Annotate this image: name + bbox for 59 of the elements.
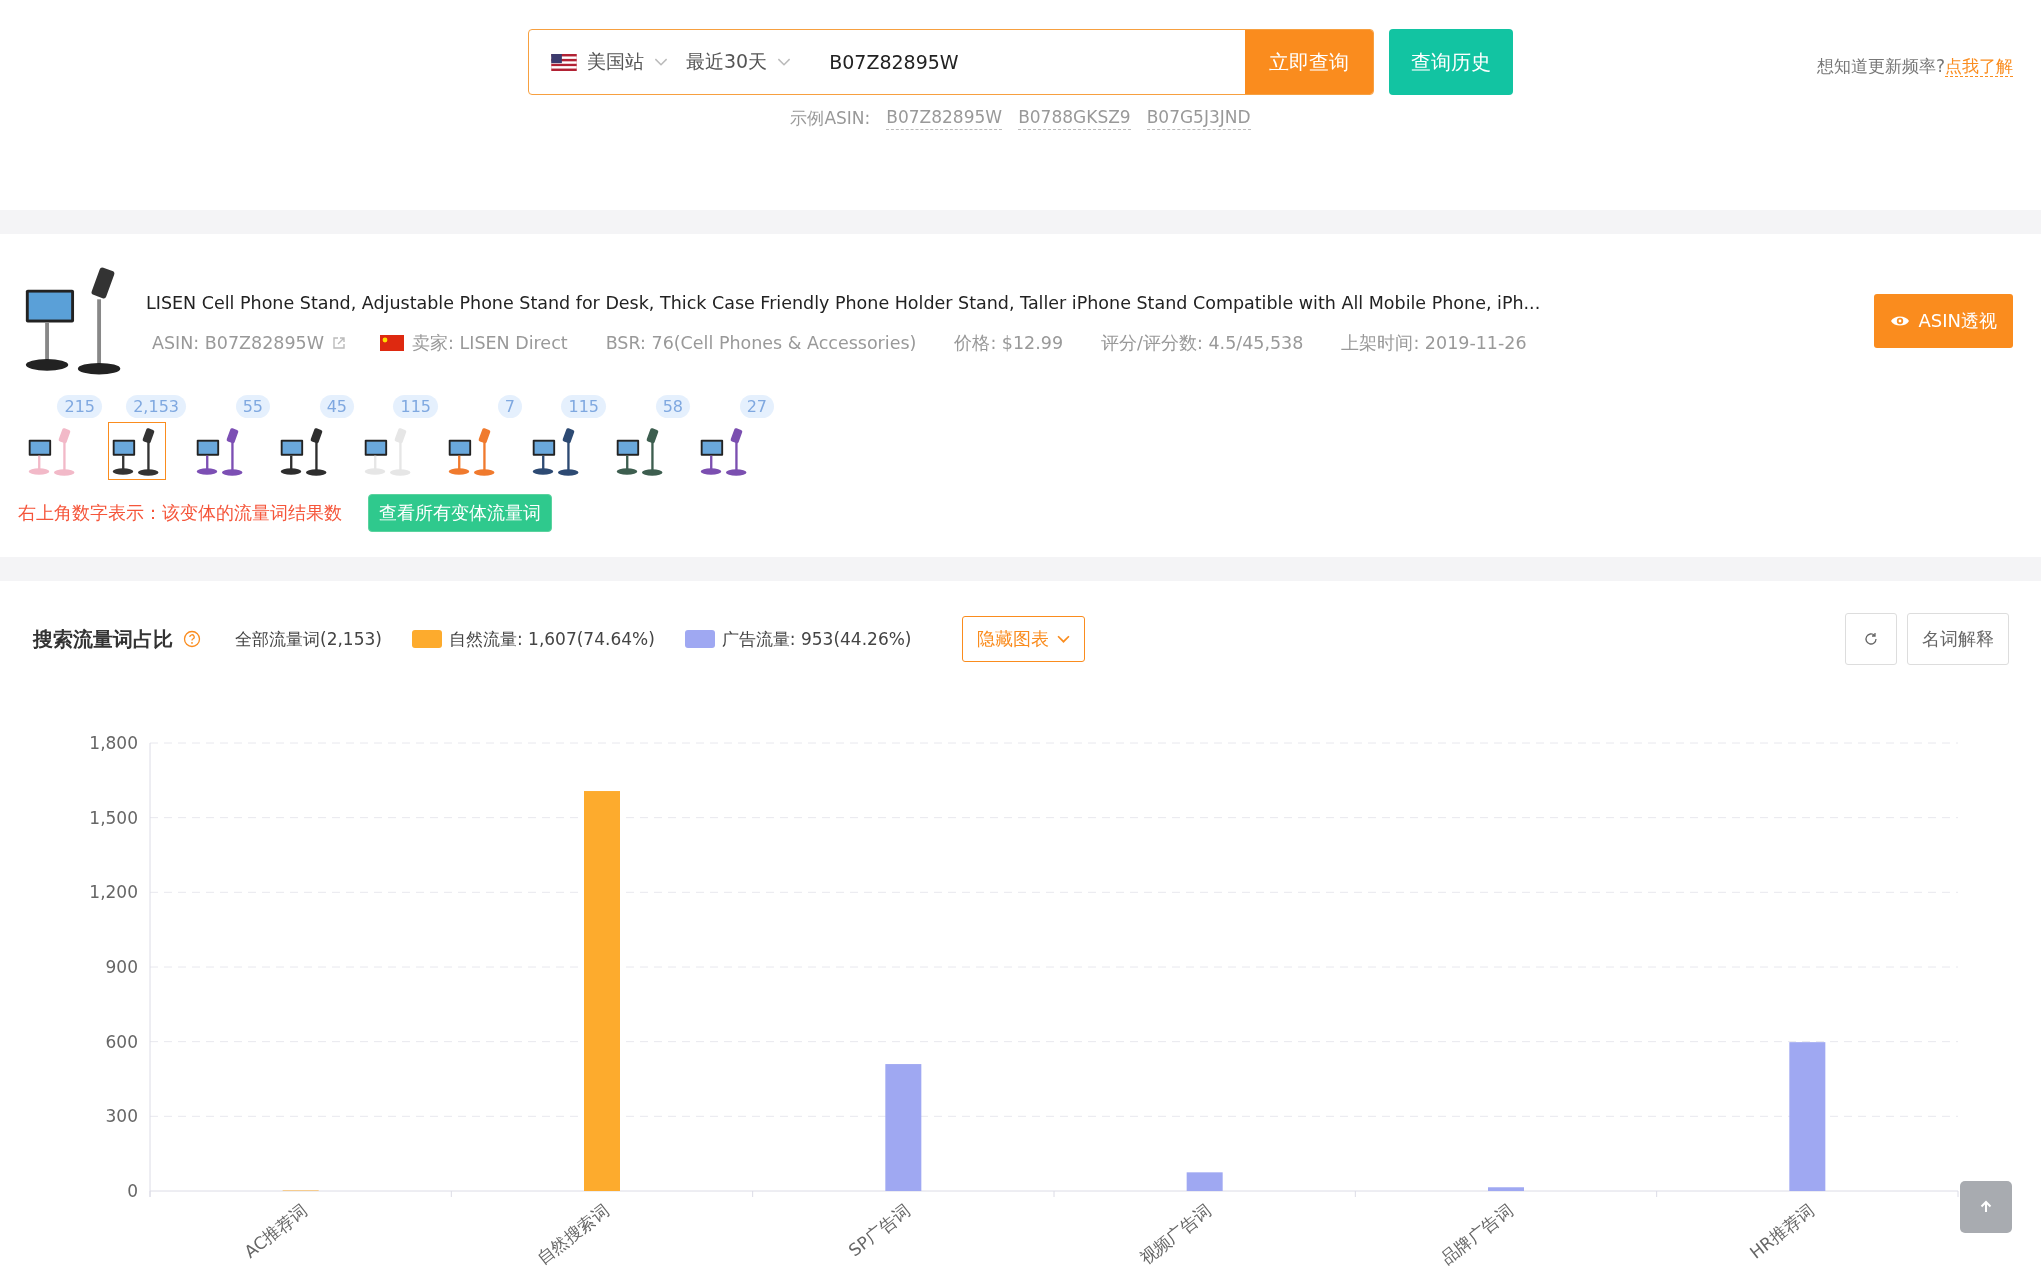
count-badge: 55	[235, 395, 270, 418]
example-asin-link[interactable]: B07Z82895W	[886, 107, 1003, 130]
x-axis-label: SP广告词	[844, 1200, 914, 1261]
listed-date-text: 上架时间: 2019-11-26	[1341, 332, 1527, 355]
example-asin-link[interactable]: B0788GKSZ9	[1018, 107, 1131, 130]
us-flag-icon	[551, 53, 577, 71]
glossary-button[interactable]: 名词解释	[1907, 613, 2009, 665]
bsr-text: BSR: 76(Cell Phones & Accessories)	[605, 333, 917, 353]
x-axis-label: AC推荐词	[240, 1200, 312, 1262]
price-text: 价格: $12.99	[954, 332, 1064, 355]
site-dropdown[interactable]: 美国站	[587, 49, 654, 75]
search-button[interactable]: 立即查询	[1245, 30, 1373, 94]
y-axis-label: 300	[105, 1106, 138, 1127]
x-axis-label: 品牌广告词	[1437, 1200, 1517, 1269]
asin-insight-button[interactable]: ASIN透视	[1874, 294, 2013, 348]
chart-bar	[1186, 1172, 1223, 1191]
seller-text: 卖家: LISEN Direct	[412, 332, 568, 355]
count-badge: 45	[319, 395, 354, 418]
count-badge: 115	[561, 395, 606, 418]
refresh-icon	[1863, 631, 1879, 647]
rating-text: 评分/评分数: 4.5/45,538	[1101, 332, 1304, 355]
arrow-up-icon	[1978, 1199, 1994, 1215]
legend-label: 自然流量: 1,607(74.64%)	[448, 627, 655, 651]
count-badge: 115	[393, 395, 438, 418]
x-axis-label: 视频广告词	[1135, 1200, 1216, 1269]
y-axis-label: 900	[105, 957, 138, 977]
y-axis-label: 1,800	[89, 733, 138, 753]
count-badge: 2,153	[126, 395, 186, 418]
y-axis-label: 1,200	[89, 882, 138, 903]
update-hint: 想知道更新频率?	[1816, 56, 1945, 76]
total-keywords: 全部流量词(2,153)	[235, 627, 382, 651]
count-badge: 7	[497, 395, 522, 418]
count-badge: 215	[57, 395, 102, 418]
china-flag-icon	[380, 335, 405, 351]
asin-text: ASIN: B07Z82895W	[152, 333, 325, 353]
variant-note: 右上角数字表示：该变体的流量词结果数	[18, 501, 342, 525]
chevron-down-icon	[1056, 634, 1070, 644]
learn-more-link[interactable]: 点我了解	[1945, 56, 2013, 77]
x-axis-label: HR推荐词	[1745, 1200, 1818, 1263]
chevron-down-icon	[777, 57, 792, 67]
x-axis-label: 自然搜索词	[533, 1200, 613, 1269]
count-badge: 27	[739, 395, 774, 418]
all-variants-button[interactable]: 查看所有变体流量词	[368, 494, 552, 532]
chart-bar	[1488, 1187, 1524, 1191]
example-asin-link[interactable]: B07G5J3JND	[1146, 107, 1251, 130]
count-badge: 58	[655, 395, 690, 418]
examples-label: 示例ASIN:	[790, 107, 871, 130]
eye-icon	[1890, 314, 1911, 328]
product-title: LISEN Cell Phone Stand, Adjustable Phone Stand for Desk, Thick Case Friendly Phone Holder Stand, Taller iPhone Stand Compatible with All Mobile Phone, iPh...	[146, 293, 1542, 313]
section-title: 搜索流量词占比	[33, 625, 173, 653]
chevron-down-icon	[654, 57, 668, 67]
history-button[interactable]: 查询历史	[1389, 29, 1513, 95]
y-axis-label: 600	[105, 1031, 138, 1052]
legend-label: 广告流量: 953(44.26%)	[721, 627, 912, 651]
y-axis-label: 0	[127, 1181, 138, 1201]
hide-chart-button[interactable]: 隐藏图表	[961, 616, 1085, 662]
y-axis-label: 1,500	[89, 807, 138, 828]
period-dropdown[interactable]: 最近30天	[686, 49, 778, 75]
variant-thumbnail[interactable]	[108, 422, 166, 480]
